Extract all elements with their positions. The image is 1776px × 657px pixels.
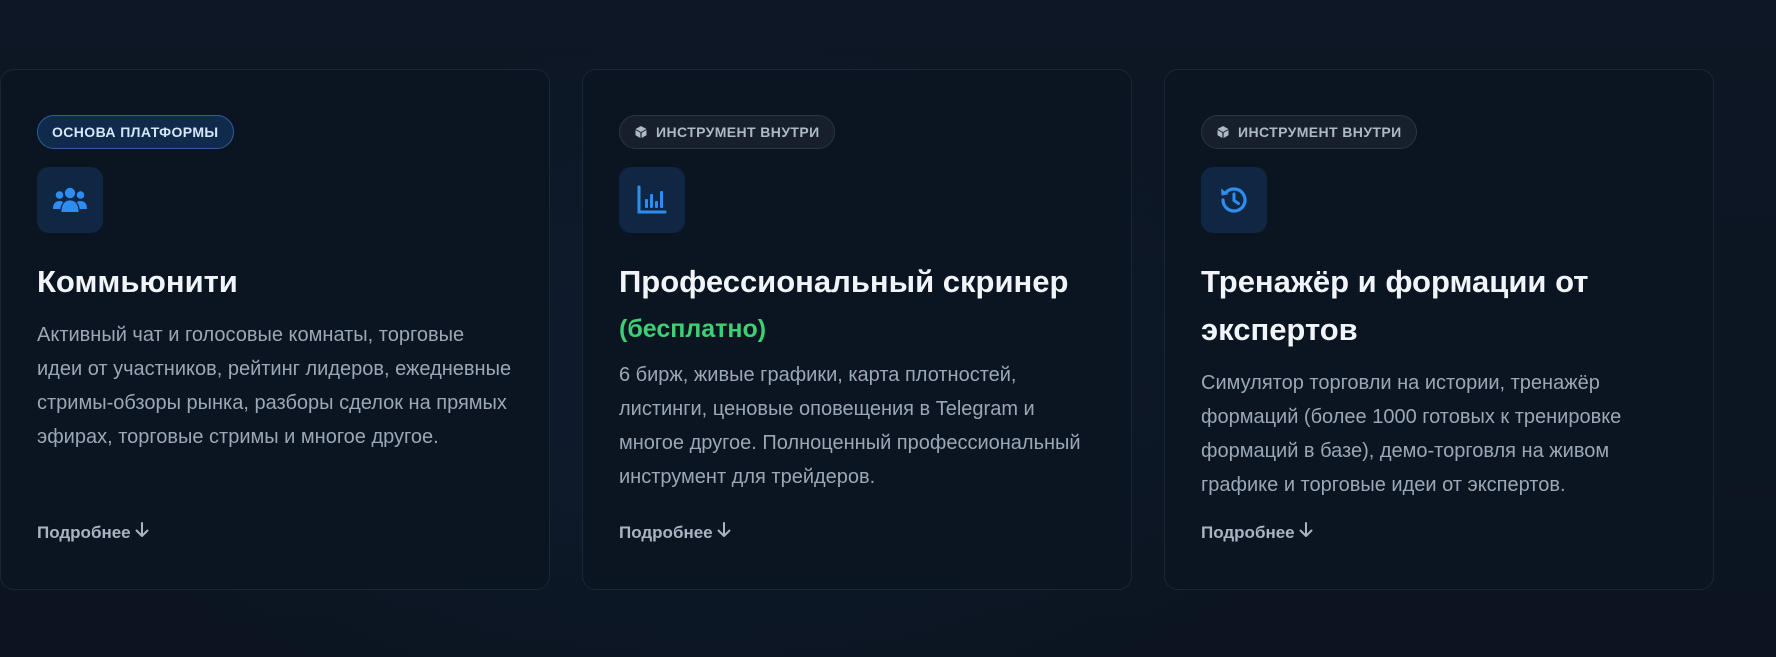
cube-icon [1216,125,1230,139]
badge-label: ОСНОВА ПЛАТФОРМЫ [52,124,219,140]
arrow-down-icon [135,522,149,543]
more-link-label: Подробнее [619,522,713,542]
badge-label: ИНСТРУМЕНТ ВНУТРИ [656,124,820,140]
more-link[interactable]: Подробнее [1201,522,1313,543]
feature-card-community: ОСНОВА ПЛАТФОРМЫ Коммьюнити Активный чат… [0,69,550,590]
arrow-down-icon [1299,522,1313,543]
tool-inside-badge: ИНСТРУМЕНТ ВНУТРИ [1201,115,1417,149]
card-title: Профессиональный скринер [619,264,1069,299]
more-link-label: Подробнее [1201,522,1295,542]
more-link-label: Подробнее [37,522,131,542]
feature-card-screener: ИНСТРУМЕНТ ВНУТРИ Профессиональный скрин… [582,69,1132,590]
feature-cards: ОСНОВА ПЛАТФОРМЫ Коммьюнити Активный чат… [0,69,1714,590]
cube-icon [634,125,648,139]
tool-inside-badge: ИНСТРУМЕНТ ВНУТРИ [619,115,835,149]
card-title: Тренажёр и формации от экспертов [1201,264,1589,347]
badge-label: ИНСТРУМЕНТ ВНУТРИ [1238,124,1402,140]
more-link[interactable]: Подробнее [37,522,149,543]
users-icon [37,167,103,233]
card-description: Симулятор торговли на истории, тренажёр … [1201,372,1622,496]
card-description: 6 бирж, живые графики, карта плотностей,… [619,364,1081,488]
card-title: Коммьюнити [37,264,238,299]
arrow-down-icon [717,522,731,543]
free-label: (бесплатно) [619,315,767,343]
card-description: Активный чат и голосовые комнаты, торгов… [37,324,512,448]
platform-core-badge: ОСНОВА ПЛАТФОРМЫ [37,115,234,149]
history-icon [1201,167,1267,233]
more-link[interactable]: Подробнее [619,522,731,543]
chart-bars-icon [619,167,685,233]
feature-card-simulator: ИНСТРУМЕНТ ВНУТРИ Тренажёр и формации от… [1164,69,1714,590]
